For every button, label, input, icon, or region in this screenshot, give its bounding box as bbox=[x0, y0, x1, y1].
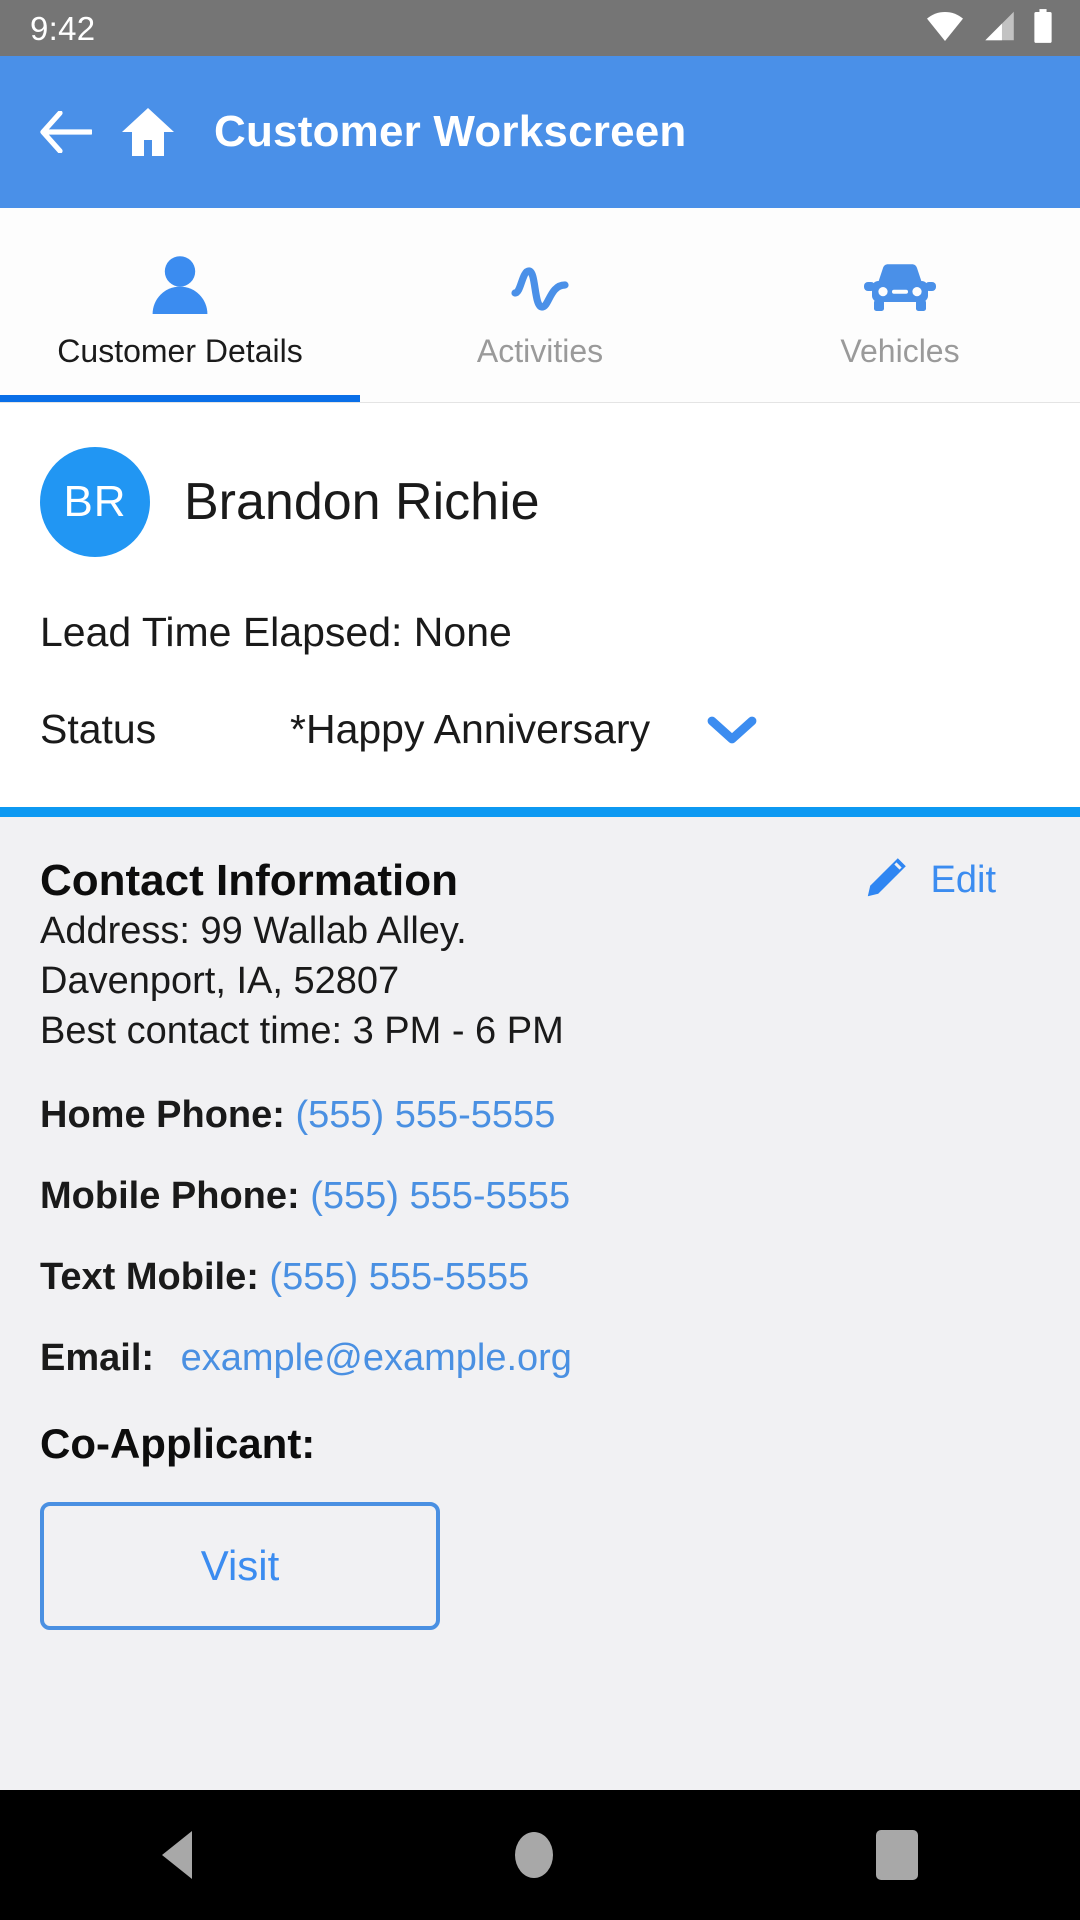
status-bar-clock: 9:42 bbox=[30, 9, 96, 47]
car-icon bbox=[863, 255, 937, 315]
home-phone-value[interactable]: (555) 555-5555 bbox=[295, 1094, 555, 1136]
square-recents-icon[interactable] bbox=[876, 1830, 919, 1880]
pencil-icon bbox=[863, 855, 909, 906]
section-divider bbox=[0, 807, 1080, 817]
tab-bar: Customer Details Activities Vehicles bbox=[0, 208, 1080, 403]
android-nav-bar bbox=[0, 1790, 1080, 1920]
best-contact-time: Best contact time: 3 PM - 6 PM bbox=[40, 1010, 564, 1053]
battery-icon bbox=[1032, 8, 1054, 48]
text-mobile-row: Text Mobile: (555) 555-5555 bbox=[40, 1256, 1040, 1299]
lead-time-elapsed: Lead Time Elapsed: None bbox=[40, 609, 512, 655]
email-value[interactable]: example@example.org bbox=[181, 1337, 572, 1379]
status-value: *Happy Anniversary bbox=[290, 706, 651, 752]
tab-label: Customer Details bbox=[57, 332, 303, 369]
tab-vehicles[interactable]: Vehicles bbox=[720, 208, 1080, 402]
text-mobile-value[interactable]: (555) 555-5555 bbox=[269, 1256, 529, 1298]
address-line-1: Address: 99 Wallab Alley. bbox=[40, 910, 467, 952]
contact-section-title: Contact Information bbox=[40, 855, 458, 905]
edit-button[interactable]: Edit bbox=[863, 855, 1040, 906]
page-title: Customer Workscreen bbox=[214, 107, 687, 156]
avatar: BR bbox=[40, 447, 150, 557]
email-row: Email: example@example.org bbox=[40, 1337, 1040, 1380]
text-mobile-label: Text Mobile: bbox=[40, 1256, 259, 1299]
customer-name: Brandon Richie bbox=[184, 473, 540, 531]
person-icon bbox=[145, 255, 215, 315]
contact-header: Contact Information Edit bbox=[40, 855, 1040, 906]
contact-information-card: Contact Information Edit Address: 99 Wal… bbox=[0, 817, 1080, 1790]
mobile-phone-label: Mobile Phone: bbox=[40, 1175, 300, 1218]
home-phone-label: Home Phone: bbox=[40, 1094, 285, 1137]
tab-customer-details[interactable]: Customer Details bbox=[0, 208, 360, 402]
activity-pulse-icon bbox=[509, 255, 571, 315]
coapplicant-label: Co-Applicant: bbox=[40, 1420, 316, 1468]
home-phone-row: Home Phone: (555) 555-5555 bbox=[40, 1094, 1040, 1137]
home-icon[interactable] bbox=[120, 106, 176, 158]
wifi-icon bbox=[926, 11, 964, 46]
status-label: Status bbox=[40, 706, 157, 752]
address-line-2: Davenport, IA, 52807 bbox=[40, 960, 400, 1003]
status-dropdown[interactable]: Status *Happy Anniversary bbox=[40, 706, 1040, 753]
phone-screen: 9:42 Customer Workscreen Customer Detail… bbox=[0, 0, 1080, 1920]
edit-label: Edit bbox=[930, 859, 996, 901]
back-button[interactable] bbox=[40, 111, 92, 153]
customer-identity-row: BR Brandon Richie bbox=[40, 447, 1040, 557]
triangle-back-icon[interactable] bbox=[161, 1831, 192, 1879]
cellular-signal-icon bbox=[980, 11, 1016, 46]
app-bar: Customer Workscreen bbox=[0, 56, 1080, 208]
chevron-down-icon[interactable] bbox=[706, 714, 758, 746]
tab-label: Activities bbox=[476, 332, 604, 369]
circle-home-icon[interactable] bbox=[514, 1832, 553, 1878]
mobile-phone-value[interactable]: (555) 555-5555 bbox=[310, 1175, 570, 1217]
customer-summary: BR Brandon Richie Lead Time Elapsed: Non… bbox=[0, 403, 1080, 753]
email-label: Email: bbox=[40, 1337, 155, 1380]
mobile-phone-row: Mobile Phone: (555) 555-5555 bbox=[40, 1175, 1040, 1218]
tab-activities[interactable]: Activities bbox=[360, 208, 720, 402]
tab-label: Vehicles bbox=[840, 332, 960, 369]
status-bar: 9:42 bbox=[0, 0, 1080, 56]
visit-button[interactable]: Visit bbox=[40, 1502, 440, 1631]
status-bar-icons bbox=[926, 8, 1054, 48]
